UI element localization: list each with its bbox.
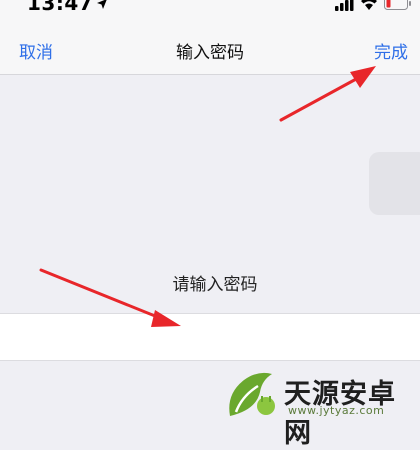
signal-icon xyxy=(335,0,354,11)
side-panel xyxy=(369,152,420,215)
status-bar: 13:47 xyxy=(0,0,420,18)
android-logo-icon xyxy=(229,372,275,416)
location-arrow-icon xyxy=(97,0,107,9)
battery-icon xyxy=(384,0,411,10)
watermark-url: www.jytyaz.com xyxy=(288,404,385,417)
done-button[interactable]: 完成 xyxy=(374,38,408,63)
page-title: 输入密码 xyxy=(176,43,244,63)
wifi-icon xyxy=(361,0,377,10)
watermark: 天源安卓网 www.jytyaz.com xyxy=(222,366,420,449)
password-prompt: 请输入密码 xyxy=(172,275,258,295)
nav-bar: 取消 输入密码 完成 xyxy=(0,18,420,75)
status-time: 13:47 xyxy=(27,0,94,15)
password-field[interactable] xyxy=(0,313,420,361)
